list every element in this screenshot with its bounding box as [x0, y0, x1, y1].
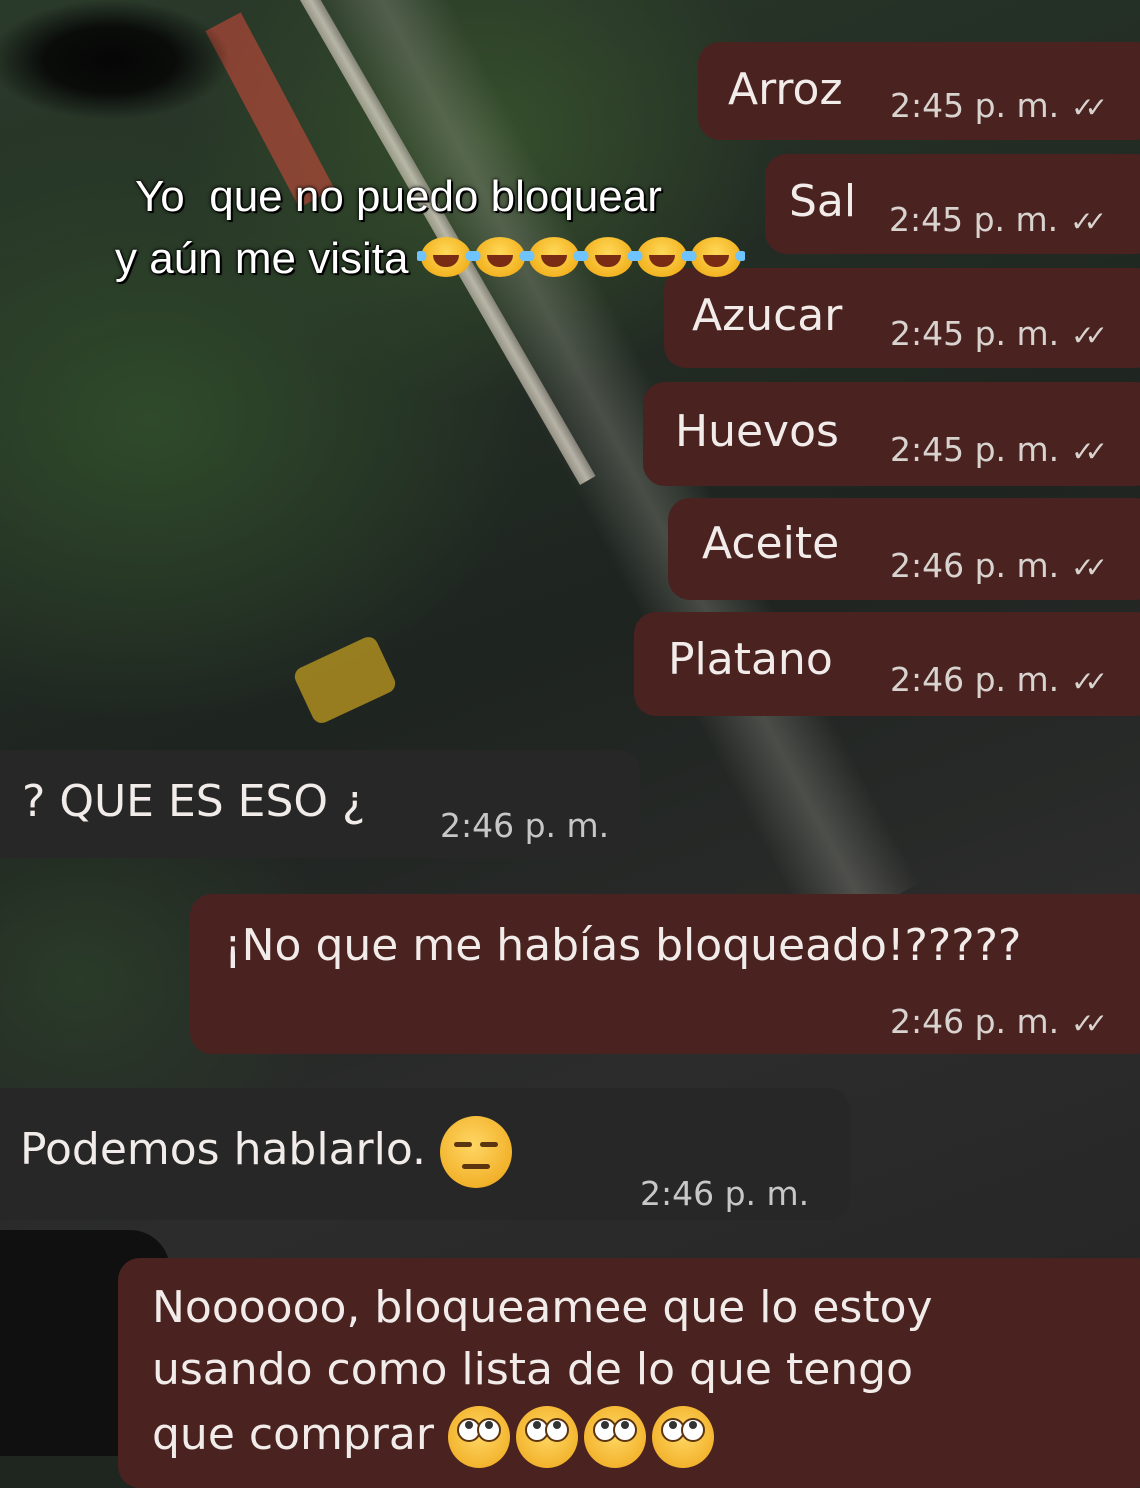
message-time: 2:45 p. m. ✓✓	[890, 430, 1108, 469]
double-check-icon: ✓✓	[1071, 319, 1108, 352]
message-bubble-2[interactable]: Sal 2:45 p. m. ✓✓	[765, 154, 1140, 254]
message-line: usando como lista de lo que tengo	[152, 1344, 913, 1395]
rolling-eyes-emoji	[515, 1406, 578, 1468]
message-text: ? QUE ES ESO ¿	[22, 776, 366, 827]
message-time: 2:46 p. m. ✓✓	[890, 660, 1108, 699]
message-time: 2:46 p. m.	[440, 806, 610, 845]
message-bubble-7[interactable]: ? QUE ES ESO ¿ 2:46 p. m.	[0, 750, 640, 858]
message-time: 2:46 p. m. ✓✓	[890, 546, 1108, 585]
double-check-icon: ✓✓	[1070, 205, 1107, 238]
message-line: Noooooo, bloqueamee que lo estoy	[152, 1282, 933, 1333]
message-bubble-8[interactable]: ¡No que me habías bloqueado!????? 2:46 p…	[190, 894, 1140, 1054]
message-bubble-9[interactable]: Podemos hablarlo. 2:46 p. m.	[0, 1088, 850, 1220]
message-text: Podemos hablarlo.	[20, 1116, 512, 1188]
caption-line-2: y aún me visita	[115, 228, 745, 290]
double-check-icon: ✓✓	[1071, 665, 1108, 698]
message-line-3: que comprar	[152, 1406, 720, 1468]
laughing-tears-emoji	[632, 237, 691, 278]
message-text: Aceite	[702, 518, 840, 569]
laughing-emoji-row	[416, 234, 745, 283]
laughing-tears-emoji	[416, 237, 475, 278]
message-text: ¡No que me habías bloqueado!?????	[224, 920, 1022, 971]
car-shape	[291, 633, 399, 727]
message-bubble-6[interactable]: Platano 2:46 p. m. ✓✓	[634, 612, 1140, 716]
message-time: 2:46 p. m.	[640, 1174, 810, 1213]
redaction-scribble	[0, 0, 230, 140]
message-time: 2:45 p. m. ✓✓	[889, 200, 1107, 239]
double-check-icon: ✓✓	[1071, 1007, 1108, 1040]
message-time: 2:45 p. m. ✓✓	[890, 86, 1108, 125]
message-bubble-1[interactable]: Arroz 2:45 p. m. ✓✓	[698, 42, 1140, 140]
double-check-icon: ✓✓	[1071, 551, 1108, 584]
message-text: Huevos	[675, 406, 839, 457]
double-check-icon: ✓✓	[1071, 91, 1108, 124]
message-bubble-4[interactable]: Huevos 2:45 p. m. ✓✓	[643, 382, 1140, 486]
message-text: Sal	[789, 176, 857, 227]
message-text: Arroz	[728, 64, 843, 115]
double-check-icon: ✓✓	[1071, 435, 1108, 468]
rolling-eyes-emoji	[583, 1406, 646, 1468]
message-text: Platano	[668, 634, 833, 685]
rolling-eyes-emoji	[651, 1406, 714, 1468]
rolling-eyes-emoji	[447, 1406, 510, 1468]
laughing-tears-emoji	[524, 237, 583, 278]
message-bubble-5[interactable]: Aceite 2:46 p. m. ✓✓	[668, 498, 1140, 600]
message-time: 2:45 p. m. ✓✓	[890, 314, 1108, 353]
message-time: 2:46 p. m. ✓✓	[890, 1002, 1108, 1041]
expressionless-face-emoji	[440, 1116, 512, 1188]
laughing-tears-emoji	[686, 237, 745, 278]
message-bubble-10[interactable]: Noooooo, bloqueamee que lo estoy usando …	[118, 1258, 1140, 1488]
caption-line-1: Yo que no puedo bloquear	[135, 172, 662, 221]
message-text: Azucar	[692, 290, 843, 341]
laughing-tears-emoji	[578, 237, 637, 278]
laughing-tears-emoji	[470, 237, 529, 278]
